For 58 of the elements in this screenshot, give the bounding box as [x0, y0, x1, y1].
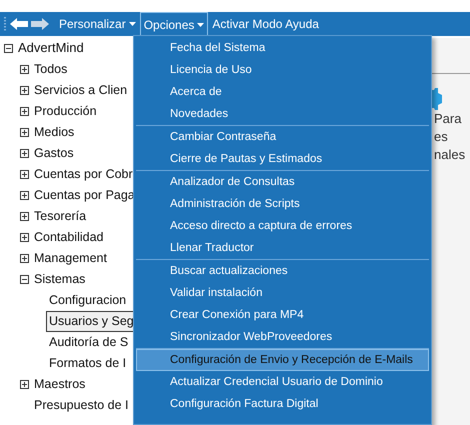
- tree-item[interactable]: Presupuesto de I: [34, 396, 129, 415]
- menu-item[interactable]: Administración de Scripts: [136, 193, 429, 215]
- menu-item[interactable]: Llenar Traductor: [136, 237, 429, 259]
- expand-icon[interactable]: [20, 65, 29, 74]
- back-arrow-icon[interactable]: [10, 18, 28, 30]
- expand-icon[interactable]: [20, 254, 29, 263]
- panel-text: nales: [434, 146, 466, 164]
- tree-item[interactable]: AdvertMind: [18, 38, 84, 58]
- caret-icon: [128, 22, 136, 26]
- tree-item[interactable]: Contabilidad: [34, 228, 104, 247]
- menu-item[interactable]: Acerca de: [136, 81, 429, 103]
- menu-item[interactable]: Validar instalación: [136, 282, 429, 304]
- panel-text: Para: [434, 110, 462, 128]
- menu-item[interactable]: Sincronizador WebProveedores: [136, 326, 429, 348]
- caret-icon: [197, 22, 204, 26]
- menu-item[interactable]: Configuración de Envio y Recepción de E-Mails: [136, 349, 429, 371]
- menu-item[interactable]: Actualizar Credencial Usuario de Dominio: [136, 371, 429, 393]
- expand-icon[interactable]: [20, 128, 29, 137]
- panel-text: es: [434, 128, 449, 146]
- expand-icon[interactable]: [20, 107, 29, 116]
- collapse-icon[interactable]: [20, 275, 29, 284]
- expand-icon[interactable]: [20, 86, 29, 95]
- menu-item[interactable]: Configuración Factura Digital: [136, 393, 429, 415]
- menu-item[interactable]: Cambiar Contraseña: [136, 126, 429, 148]
- tree-item[interactable]: Formatos de I: [46, 353, 130, 374]
- tree-item[interactable]: Management: [34, 249, 107, 268]
- menu-item[interactable]: Fecha del Sistema: [136, 37, 429, 59]
- toolbar-menu-button[interactable]: Personalizar: [55, 12, 140, 36]
- expand-icon[interactable]: [20, 170, 29, 179]
- tree-item[interactable]: Medios: [34, 123, 74, 142]
- menu-item[interactable]: Crear Conexión para MP4: [136, 304, 429, 326]
- tree-item[interactable]: Configuracion: [46, 290, 130, 311]
- tree-item[interactable]: Producción: [34, 102, 97, 121]
- grip-icon: [4, 17, 7, 31]
- expand-icon[interactable]: [20, 233, 29, 242]
- tree-item[interactable]: Cuentas por Cobr: [34, 165, 133, 184]
- tree-item[interactable]: Todos: [34, 60, 68, 79]
- tree-item[interactable]: Auditoría de S: [46, 332, 132, 353]
- tree-item[interactable]: Cuentas por Paga: [34, 186, 135, 205]
- forward-arrow-icon[interactable]: [31, 18, 49, 30]
- tree-item[interactable]: Tesorería: [34, 207, 86, 226]
- menu-item[interactable]: Acceso directo a captura de errores: [136, 215, 429, 237]
- collapse-icon[interactable]: [4, 44, 13, 52]
- toolbar-menu-button[interactable]: Opciones: [140, 12, 208, 36]
- menu-item[interactable]: Novedades: [136, 103, 429, 125]
- expand-icon[interactable]: [20, 380, 29, 389]
- expand-icon[interactable]: [20, 212, 29, 221]
- menu-item[interactable]: Analizador de Consultas: [136, 171, 429, 193]
- tree-item[interactable]: Maestros: [34, 375, 86, 394]
- toolbar-menu-button[interactable]: Activar Modo Ayuda: [208, 12, 323, 36]
- menu-item[interactable]: Cierre de Pautas y Estimados: [136, 148, 429, 170]
- tree-item[interactable]: Servicios a Clien: [34, 81, 128, 100]
- menu-item[interactable]: Buscar actualizaciones: [136, 260, 429, 282]
- tree-item[interactable]: Sistemas: [34, 270, 86, 289]
- expand-icon[interactable]: [20, 191, 29, 200]
- menu-item[interactable]: Licencia de Uso: [136, 59, 429, 81]
- expand-icon[interactable]: [20, 149, 29, 158]
- tree-item[interactable]: Gastos: [34, 144, 74, 163]
